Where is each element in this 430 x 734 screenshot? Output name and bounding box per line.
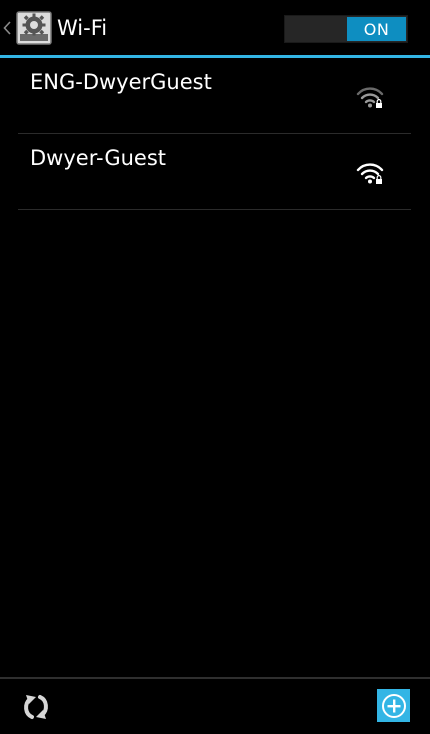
refresh-icon: [24, 695, 48, 719]
network-name: Dwyer-Guest: [30, 146, 167, 170]
scan-button[interactable]: [16, 687, 56, 727]
up-navigation[interactable]: Wi-Fi: [0, 6, 120, 50]
row-divider: [18, 209, 411, 210]
page-title: Wi-Fi: [57, 16, 108, 40]
wifi-signal-locked-icon: [356, 87, 384, 108]
wifi-toggle[interactable]: ON: [284, 15, 408, 43]
toggle-label: ON: [363, 19, 390, 39]
network-row-eng-dwyerguest[interactable]: ENG-DwyerGuest: [0, 58, 430, 134]
action-bar: Wi-Fi ON: [0, 0, 430, 55]
chevron-left-icon: [1, 6, 13, 50]
add-network-icon: [381, 693, 406, 718]
add-network-button[interactable]: [377, 689, 410, 722]
network-name: ENG-DwyerGuest: [30, 70, 212, 94]
network-row-dwyer-guest[interactable]: Dwyer-Guest: [0, 134, 430, 210]
bottom-action-bar: [0, 679, 430, 734]
settings-gear-icon: [16, 11, 52, 45]
toggle-thumb: ON: [347, 17, 406, 41]
wifi-signal-locked-icon: [356, 163, 384, 184]
network-list: ENG-DwyerGuest Dwyer-Guest: [0, 58, 430, 210]
